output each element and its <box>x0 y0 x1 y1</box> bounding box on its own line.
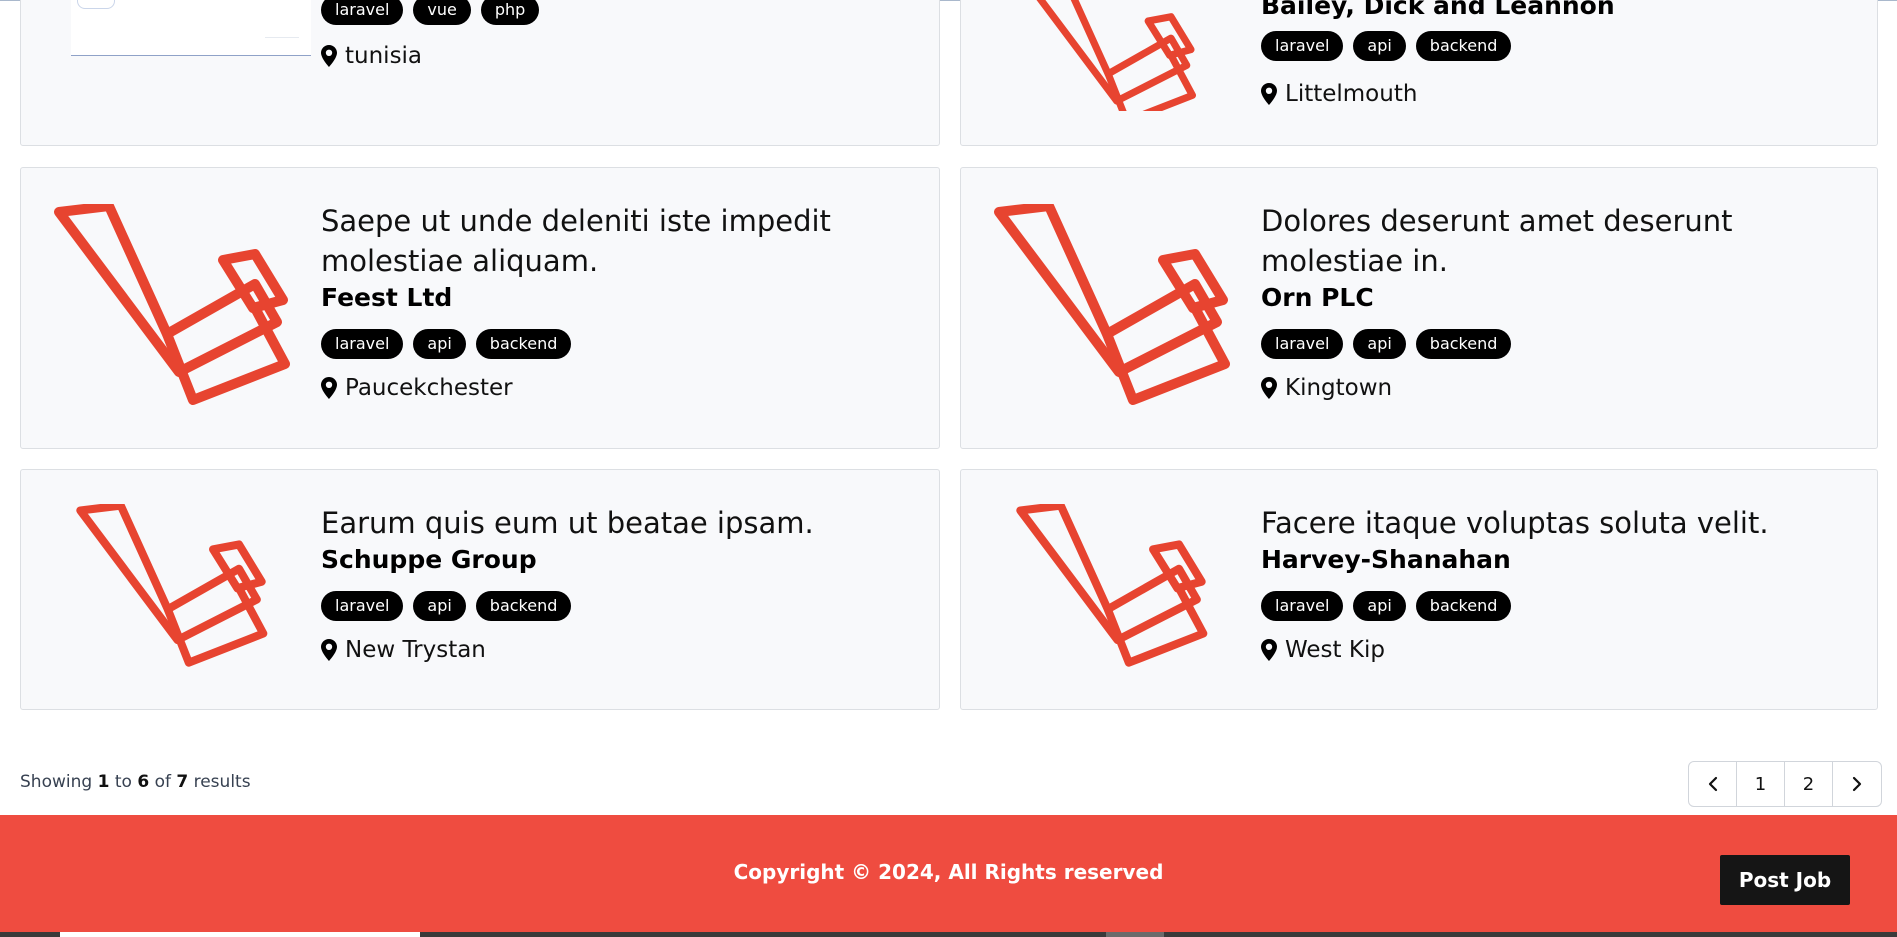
taskbar-item[interactable] <box>1106 932 1164 937</box>
job-location: New Trystan <box>321 635 919 665</box>
company-name: Bailey, Dick and Leannon <box>1261 0 1615 20</box>
results-total: 7 <box>176 772 189 792</box>
job-title[interactable]: Saepe ut unde deleniti iste impedit mole… <box>321 201 919 281</box>
job-location: West Kip <box>1261 635 1857 665</box>
company-name: Schuppe Group <box>321 545 537 574</box>
map-pin-icon <box>321 639 337 661</box>
tag-badge[interactable]: laravel <box>321 329 404 359</box>
page-button[interactable]: 2 <box>1785 762 1833 806</box>
results-text: of <box>154 772 171 792</box>
tag-badge[interactable]: laravel <box>1261 329 1344 359</box>
job-location: Littelmouth <box>1261 79 1511 109</box>
job-card[interactable]: Earum quis eum ut beatae ipsam. Schuppe … <box>20 469 940 710</box>
tag-badge[interactable]: backend <box>475 329 572 359</box>
map-pin-icon <box>1261 83 1277 105</box>
job-card[interactable]: Saepe ut unde deleniti iste impedit mole… <box>20 167 940 449</box>
laravel-logo-icon <box>991 204 1251 414</box>
location-text: Littelmouth <box>1285 81 1418 107</box>
page-button[interactable]: 1 <box>1737 762 1785 806</box>
tag-badge[interactable]: php <box>480 0 540 25</box>
location-text: West Kip <box>1285 637 1385 663</box>
pagination: 1 2 <box>1688 761 1882 807</box>
location-text: tunisia <box>345 43 423 69</box>
company-name: Harvey-Shanahan <box>1261 545 1511 574</box>
results-text: results <box>193 772 251 792</box>
job-card[interactable]: Facere itaque voluptas soluta velit. Har… <box>960 469 1878 710</box>
map-pin-icon <box>1261 377 1277 399</box>
job-title[interactable]: Dolores deserunt amet deserunt molestiae… <box>1261 201 1857 281</box>
map-pin-icon <box>321 377 337 399</box>
os-taskbar <box>0 932 1897 937</box>
tag-badge[interactable]: api <box>413 329 466 359</box>
results-text: to <box>114 772 132 792</box>
laravel-logo-icon <box>51 204 311 414</box>
results-from: 1 <box>97 772 110 792</box>
tag-badge[interactable]: laravel <box>1261 31 1344 61</box>
taskbar-active-item[interactable] <box>60 932 420 937</box>
tag-badge[interactable]: api <box>413 591 466 621</box>
laravel-logo-icon <box>991 0 1251 111</box>
tag-badge[interactable]: backend <box>1415 591 1512 621</box>
laravel-logo-icon <box>51 504 311 674</box>
job-thumbnail-image <box>71 0 311 56</box>
job-location: tunisia <box>321 41 919 71</box>
tag-badge[interactable]: laravel <box>321 591 404 621</box>
tag-badge[interactable]: laravel <box>1261 591 1344 621</box>
tag-badge[interactable]: backend <box>1415 329 1512 359</box>
company-name: Orn PLC <box>1261 283 1374 312</box>
chevron-right-icon <box>1852 776 1862 792</box>
laravel-logo-icon <box>991 504 1251 674</box>
prev-page-button[interactable] <box>1689 762 1737 806</box>
results-text: Showing <box>20 772 93 792</box>
copyright-text: Copyright © 2024, All Rights reserved <box>733 860 1164 884</box>
map-pin-icon <box>321 45 337 67</box>
tag-badge[interactable]: api <box>1353 591 1406 621</box>
job-title[interactable]: Facere itaque voluptas soluta velit. <box>1261 503 1857 543</box>
location-text: Paucekchester <box>345 375 513 401</box>
next-page-button[interactable] <box>1833 762 1881 806</box>
company-name: Feest Ltd <box>321 283 453 312</box>
tag-badge[interactable]: laravel <box>321 0 404 25</box>
post-job-button[interactable]: Post Job <box>1720 855 1850 905</box>
location-text: New Trystan <box>345 637 486 663</box>
job-card[interactable]: Bailey, Dick and Leannon laravel api bac… <box>960 0 1878 146</box>
map-pin-icon <box>1261 639 1277 661</box>
tag-badge[interactable]: backend <box>1415 31 1512 61</box>
chevron-left-icon <box>1708 776 1717 792</box>
tag-badge[interactable]: api <box>1353 31 1406 61</box>
tag-badge[interactable]: vue <box>413 0 471 25</box>
location-text: Kingtown <box>1285 375 1393 401</box>
job-card[interactable]: laravel vue php tunisia <box>20 0 940 146</box>
results-summary: Showing 1 to 6 of 7 results <box>20 772 251 792</box>
job-location: Kingtown <box>1261 373 1857 403</box>
job-location: Paucekchester <box>321 373 919 403</box>
results-to: 6 <box>137 772 150 792</box>
tag-badge[interactable]: backend <box>475 591 572 621</box>
tag-badge[interactable]: api <box>1353 329 1406 359</box>
job-card[interactable]: Dolores deserunt amet deserunt molestiae… <box>960 167 1878 449</box>
site-footer: Copyright © 2024, All Rights reserved Po… <box>0 815 1897 937</box>
job-title[interactable]: Earum quis eum ut beatae ipsam. <box>321 503 919 543</box>
